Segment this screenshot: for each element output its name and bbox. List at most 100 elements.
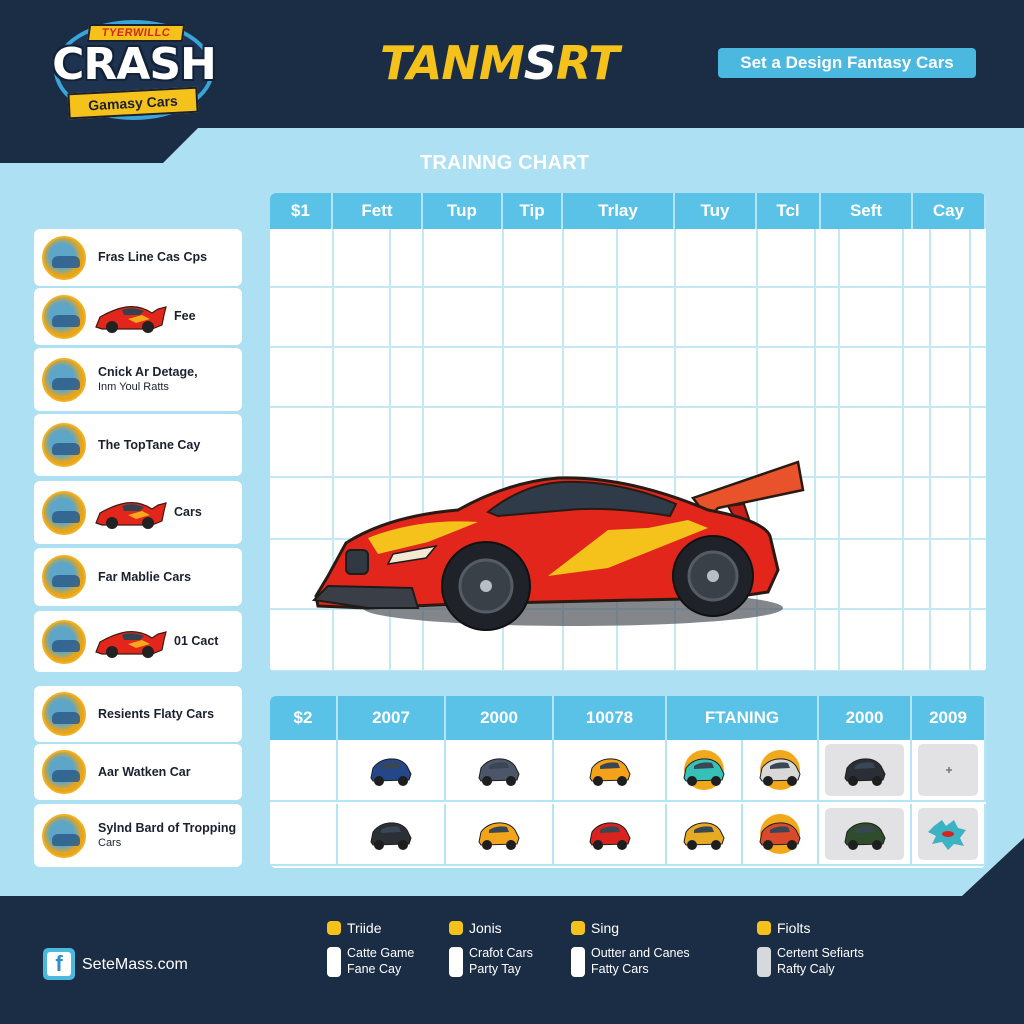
legend-bar-icon [571,947,585,977]
car-grid-column-header[interactable]: 2000 [446,696,554,740]
sidebar-item[interactable]: Cnick Ar Detage, Inm Youl Ratts [34,348,242,411]
legend-desc-line2: Fatty Cars [591,962,649,976]
car-grid-cell[interactable] [819,740,912,802]
legend-desc-line2: Rafty Caly [777,962,835,976]
car-grid-cell [270,740,338,802]
brand-title-part-b: S [523,36,557,90]
grey-hatchback-icon [478,758,520,786]
car-front-hub [480,580,492,592]
legend-desc-line2: Party Tay [469,962,521,976]
sidebar-item-title: Cnick Ar Detage, [98,364,198,379]
legend-dot-icon [327,921,341,935]
sidebar-item[interactable]: The TopTane Cay [34,414,242,476]
car-grid-cell[interactable] [912,740,986,802]
orange-coupe-icon [478,822,520,850]
legend-description: Outter and Canes Fatty Cars [591,945,690,977]
car-grid-cell[interactable] [554,740,667,802]
training-grid-column-header[interactable]: Tuy [675,193,757,229]
sidebar-item-title: Far Mablie Cars [98,569,192,584]
car-rear-hub [707,570,719,582]
car-grid-cell[interactable] [338,804,446,866]
logo-bottom-ribbon: Gamasy Cars [67,86,199,120]
car-grid-cell[interactable] [743,740,819,802]
sidebar-item[interactable]: Resients Flaty Cars [34,686,242,742]
facebook-icon[interactable]: f [43,948,75,980]
legend-dot-icon [449,921,463,935]
car-avatar-icon [42,619,86,664]
chart-title: TRAINNG CHART [420,152,590,174]
car-grid-column-header[interactable]: $2 [270,696,338,740]
training-grid-column-header[interactable]: Fett [333,193,423,229]
sidebar-item[interactable]: Far Mablie Cars [34,548,242,606]
training-grid-column-header[interactable]: Seft [821,193,913,229]
car-avatar-icon [42,357,86,402]
sidebar-item-label: The TopTane Cay [98,438,200,453]
sidebar-item[interactable]: Fras Line Cas Cps [34,229,242,286]
brand-title-part-c: RT [555,36,620,90]
yellow-buggy-icon [683,822,725,850]
sidebar-item[interactable]: Sylnd Bard of Tropping Cars [34,804,242,867]
legend-description: Catte Game Fane Cay [347,945,414,977]
car-grid-cell[interactable] [667,740,743,802]
sidebar-item-label: Resients Flaty Cars [98,707,214,722]
sidebar-item-label: Far Mablie Cars [98,570,191,585]
car-grid-cell [270,804,338,866]
legend-dot-icon [757,921,771,935]
sidebar-item-label: 01 Cact [174,634,218,649]
car-grid-cell[interactable] [743,804,819,866]
car-grid-row [270,740,986,802]
car-grid-cell[interactable] [446,804,554,866]
legend-bar-icon [327,947,341,977]
legend-desc-line1: Crafot Cars [469,946,533,960]
legend-name: Fiolts [777,920,811,936]
sidebar-item[interactable]: Fee [34,288,242,345]
car-grid-column-header[interactable]: 2000 [819,696,912,740]
car-grille [345,549,369,575]
sidebar-item-label: Cnick Ar Detage, Inm Youl Ratts [98,365,198,395]
legend-desc-line1: Certent Sefiarts [777,946,864,960]
car-grid-cell[interactable] [667,804,743,866]
sidebar-item-title: Aar Watken Car [98,764,191,779]
red-car-thumbnail [95,501,167,529]
training-grid-column-header[interactable]: $1 [270,193,333,229]
car-avatar-icon [42,235,86,280]
sidebar-item-label: Cars [174,505,202,520]
car-avatar-icon [42,750,86,794]
sidebar-item-title: Sylnd Bard of Tropping [98,820,237,835]
black-suv-icon [843,758,886,786]
car-grid-column-header[interactable]: 2009 [912,696,986,740]
sidebar-item[interactable]: Aar Watken Car [34,744,242,800]
training-grid-column-header[interactable]: Tip [503,193,563,229]
design-fantasy-cars-button[interactable]: Set a Design Fantasy Cars [718,48,976,78]
site-link[interactable]: SeteMass.com [82,956,188,974]
sidebar-item[interactable]: 01 Cact [34,611,242,672]
training-grid-column-header[interactable]: Trlay [563,193,675,229]
sidebar-item-title: Fras Line Cas Cps [98,250,208,264]
legend-bar-icon [449,947,463,977]
red-car-thumbnail [95,305,167,333]
brand-title-part-a: TANM [380,36,525,90]
crash-logo[interactable]: TYERWILLC CRASH Gamasy Cars [48,18,217,124]
training-grid-column-header[interactable]: Cay [913,193,986,229]
legend-description: Certent Sefiarts Rafty Caly [777,945,864,977]
car-grid-column-header[interactable]: 2007 [338,696,446,740]
legend-name: Jonis [469,920,502,936]
arcade-badge-icon [759,814,801,854]
training-grid-header: $1 Fett Tup Tip Trlay Tuy Tcl Seft Cay [270,193,986,229]
red-rally-car-icon [588,822,631,850]
sidebar-item[interactable]: Cars [34,481,242,544]
car-grid-header: $2 2007 2000 10078 FTANING 2000 2009 [270,696,986,740]
car-grid-cell[interactable] [819,804,912,866]
teal-car-badge-icon [683,750,725,790]
car-grid-column-header[interactable]: 10078 [554,696,667,740]
legend-desc-line2: Fane Cay [347,962,402,976]
car-avatar-icon [42,294,86,339]
car-grid-cell[interactable] [338,740,446,802]
training-grid-column-header[interactable]: Tup [423,193,503,229]
car-grid-column-header[interactable]: FTANING [667,696,819,740]
training-grid-column-header[interactable]: Tcl [757,193,821,229]
car-grid-cell[interactable] [912,804,986,866]
car-grid-cell[interactable] [446,740,554,802]
car-grid-cell[interactable] [554,804,667,866]
sidebar-item-title: Cars [174,505,202,519]
